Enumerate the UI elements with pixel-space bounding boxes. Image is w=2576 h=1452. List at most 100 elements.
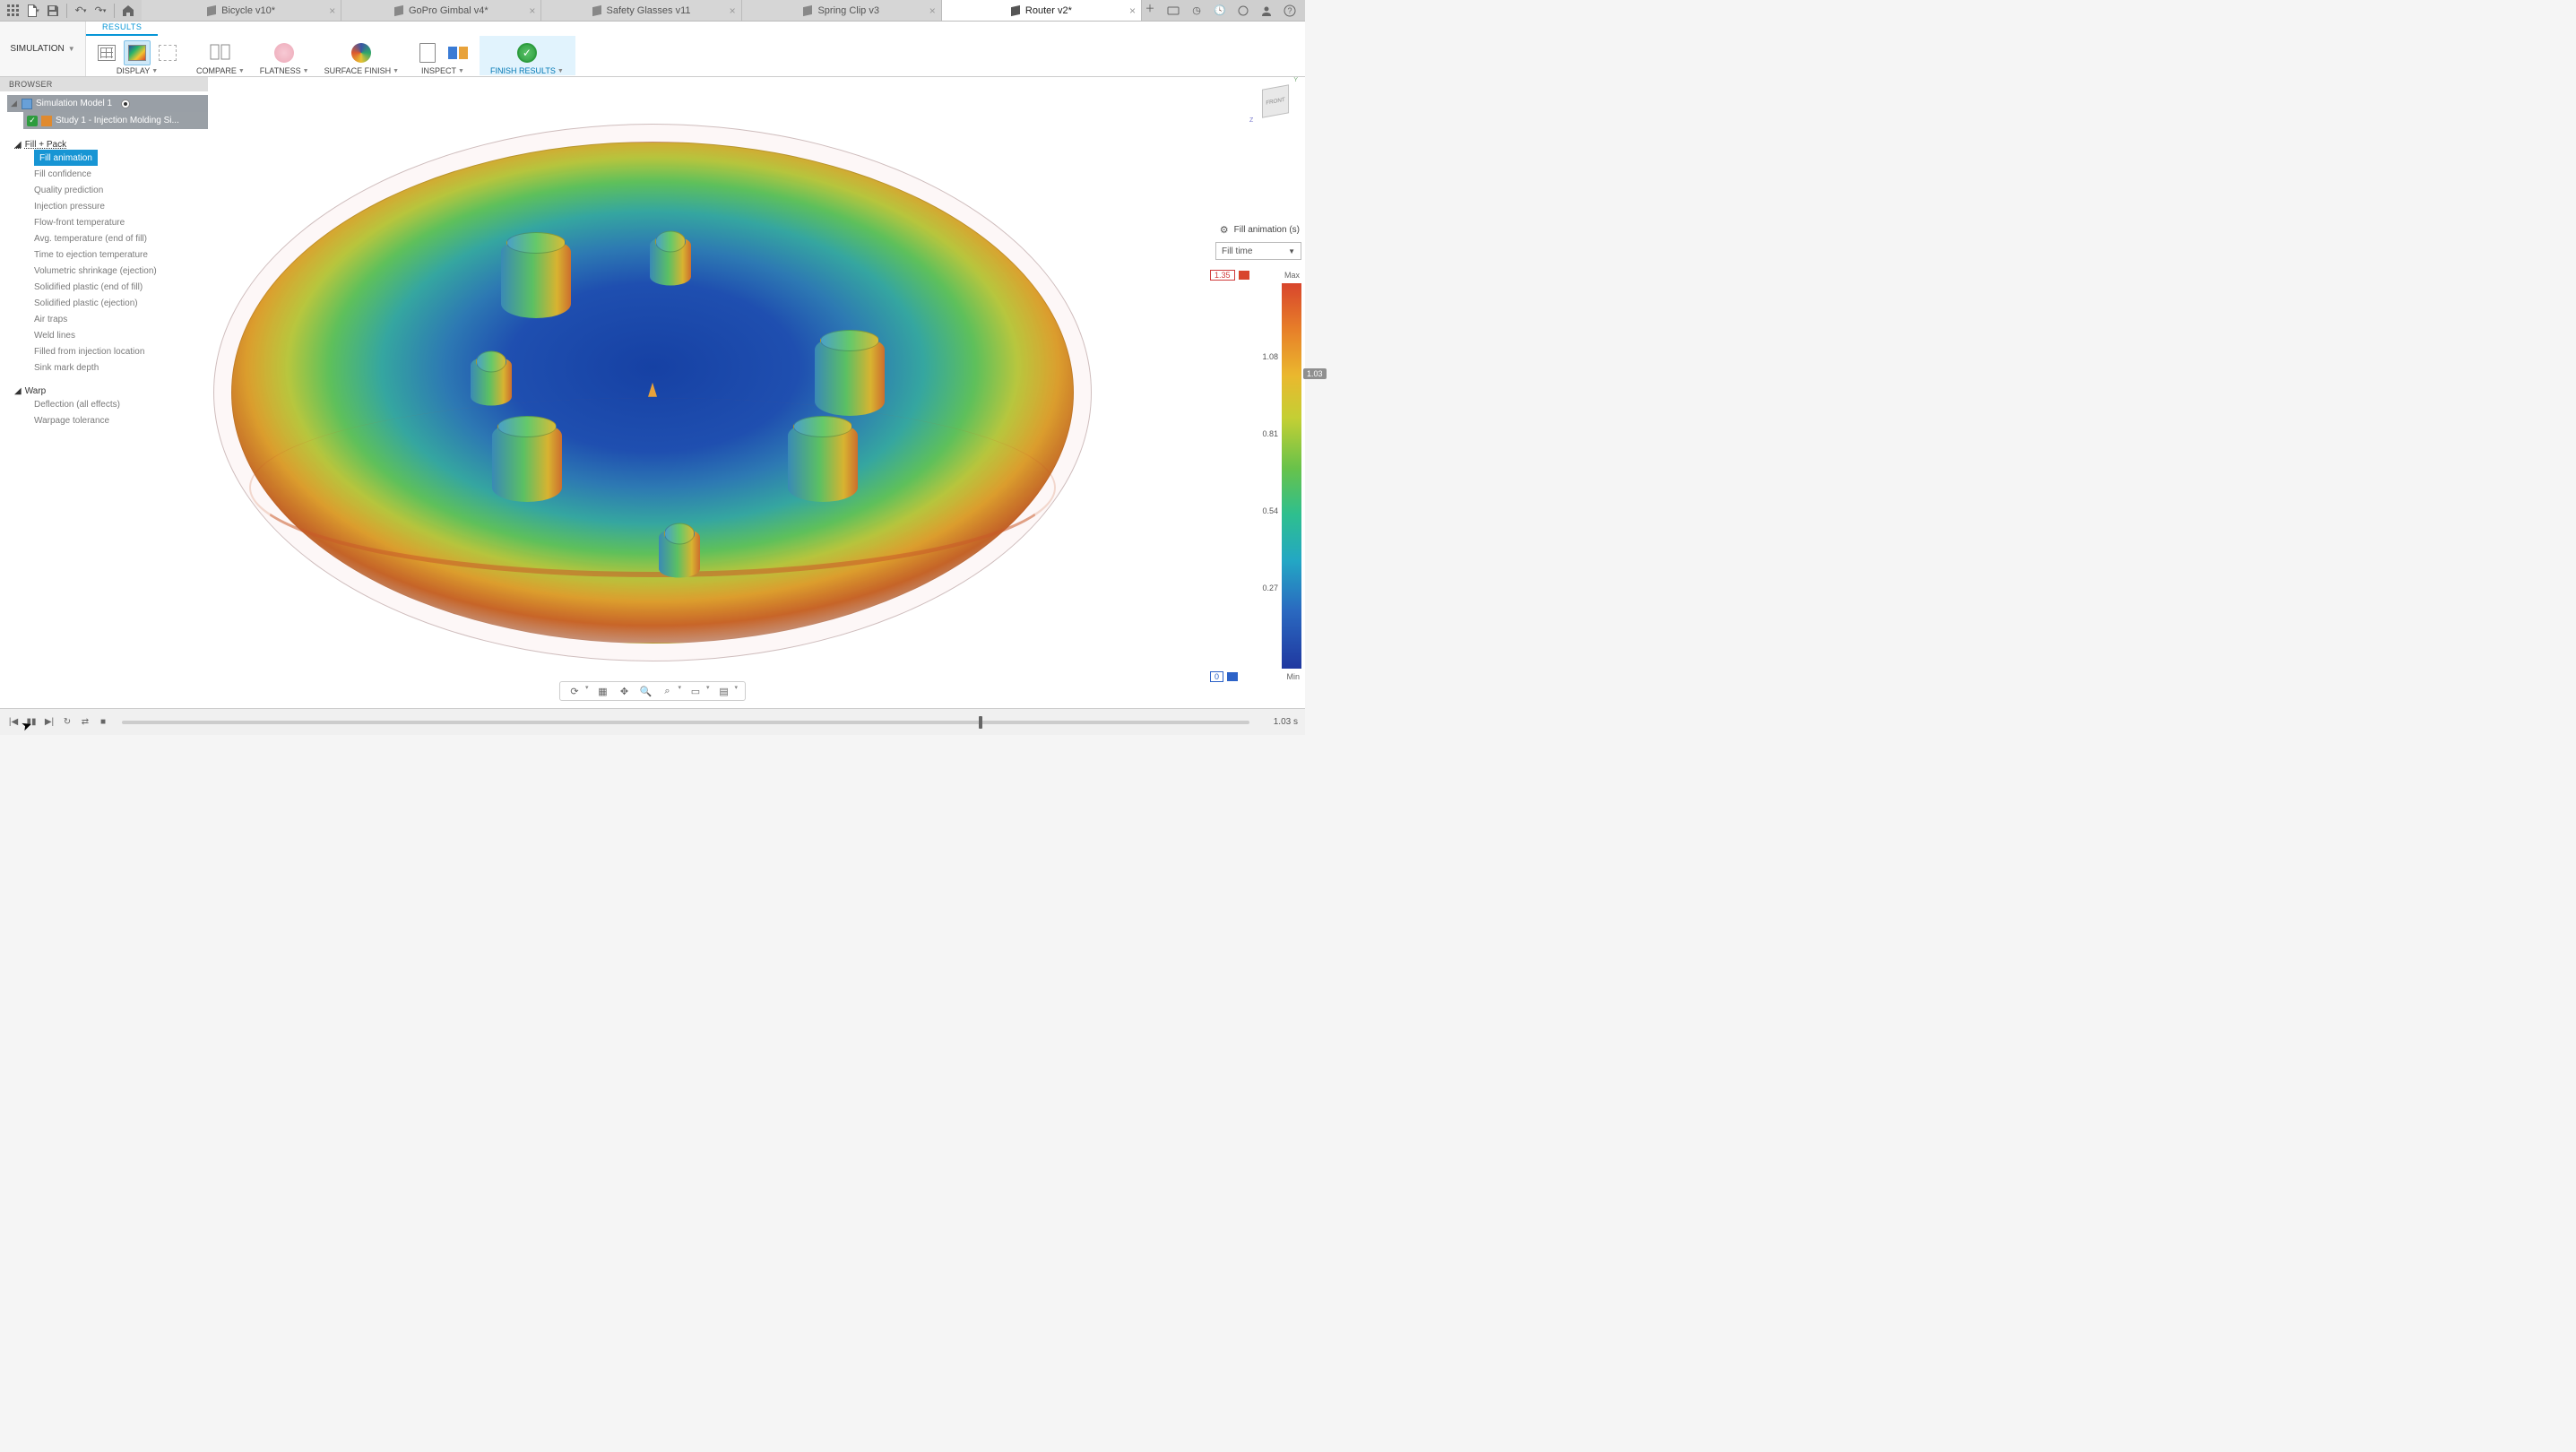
display-wireframe-button[interactable] <box>93 40 120 65</box>
extensions-icon[interactable]: ◷ <box>1189 3 1205 19</box>
data-panel-icon[interactable] <box>1165 3 1181 19</box>
result-item[interactable]: Avg. temperature (end of fill) <box>34 230 208 246</box>
ribbon-tab-results[interactable]: RESULTS <box>86 22 158 36</box>
visibility-toggle[interactable] <box>121 99 130 108</box>
result-item[interactable]: Solidified plastic (ejection) <box>34 295 208 311</box>
result-item[interactable]: Quality prediction <box>34 182 208 198</box>
component-icon <box>592 4 601 15</box>
expand-icon[interactable]: ◢ <box>14 386 22 396</box>
ribbon: SIMULATION ▼ RESULTS DISPLAY▼ COMPAR <box>0 22 1305 77</box>
result-item[interactable]: Air traps <box>34 311 208 327</box>
tab-label: Bicycle v10* <box>221 5 275 16</box>
new-tab-button[interactable]: ＋ <box>1142 0 1158 16</box>
group-warp[interactable]: ◢ Warp <box>7 386 208 396</box>
legend-min-handle[interactable] <box>1227 672 1238 681</box>
result-item[interactable]: Sink mark depth <box>34 359 208 376</box>
workspace-switcher[interactable]: SIMULATION ▼ <box>0 22 86 76</box>
group-fill-pack[interactable]: ◢ Fill + Pack <box>7 140 208 150</box>
job-status-icon[interactable] <box>1235 3 1251 19</box>
document-tabs: Bicycle v10* × GoPro Gimbal v4* × Safety… <box>142 0 1142 21</box>
tab-bicycle[interactable]: Bicycle v10* × <box>142 0 341 21</box>
legend-min-input[interactable]: 0 <box>1210 671 1223 682</box>
result-item[interactable]: Warpage tolerance <box>34 412 208 428</box>
tree-simulation-model[interactable]: ◢ Simulation Model 1 <box>7 95 208 112</box>
tab-safety-glasses[interactable]: Safety Glasses v11 × <box>541 0 741 21</box>
group-inspect: INSPECT▼ <box>407 36 480 75</box>
stop-icon[interactable]: ■ <box>97 716 109 729</box>
timeline-bar: |◀ ▮▮ ▶| ↻ ⇄ ■ 1.03 s ➤ <box>0 708 1305 735</box>
legend-max-handle[interactable] <box>1239 271 1249 280</box>
gear-icon[interactable]: ⚙ <box>1220 224 1229 236</box>
close-icon[interactable]: × <box>730 4 736 17</box>
orbit-icon[interactable]: ⟳ <box>567 684 582 698</box>
select-value: Fill time <box>1222 246 1252 256</box>
result-item[interactable]: Time to ejection temperature <box>34 246 208 263</box>
compare-button[interactable] <box>207 40 234 65</box>
result-item[interactable]: Injection pressure <box>34 198 208 214</box>
result-item[interactable]: Deflection (all effects) <box>34 396 208 412</box>
inspect-report-button[interactable] <box>414 40 441 65</box>
legend-mode-select[interactable]: Fill time ▼ <box>1215 242 1301 260</box>
look-at-icon[interactable]: ▦ <box>595 684 609 698</box>
surface-finish-button[interactable] <box>348 40 375 65</box>
tree-study[interactable]: ✓ Study 1 - Injection Molding Si... <box>23 112 208 129</box>
result-item[interactable]: Fill animation <box>34 150 98 166</box>
tab-label: Spring Clip v3 <box>817 5 878 16</box>
redo-icon[interactable]: ↷▾ <box>92 3 108 19</box>
tab-spring-clip[interactable]: Spring Clip v3 × <box>742 0 942 21</box>
skip-start-icon[interactable]: |◀ <box>7 716 20 729</box>
group-display: DISPLAY▼ <box>86 36 189 75</box>
simulation-model-render <box>204 106 1101 679</box>
loop-icon[interactable]: ↻ <box>61 716 73 729</box>
inspect-compare-button[interactable] <box>445 40 471 65</box>
legend-current-value: 1.03 <box>1303 368 1327 379</box>
legend-max-input[interactable]: 1.35 <box>1210 270 1235 281</box>
view-cube[interactable]: Y FRONT Z <box>1255 81 1296 122</box>
notifications-icon[interactable]: 🕓 <box>1212 3 1228 19</box>
home-icon[interactable] <box>120 3 136 19</box>
result-item[interactable]: Fill confidence <box>34 166 208 182</box>
display-settings-icon[interactable]: ▭ <box>688 684 703 698</box>
group-label: FLATNESS <box>260 66 301 75</box>
apps-grid-icon[interactable] <box>5 3 22 19</box>
tab-gopro[interactable]: GoPro Gimbal v4* × <box>341 0 541 21</box>
result-item[interactable]: Weld lines <box>34 327 208 343</box>
view-cube-face[interactable]: FRONT <box>1262 84 1289 117</box>
expand-icon[interactable]: ◢ <box>11 99 18 108</box>
axis-y-label: Y <box>1293 77 1298 83</box>
tab-label: GoPro Gimbal v4* <box>409 5 488 16</box>
result-item[interactable]: Solidified plastic (end of fill) <box>34 279 208 295</box>
result-item[interactable]: Filled from injection location <box>34 343 208 359</box>
expand-icon[interactable]: ◢ <box>14 140 22 150</box>
close-icon[interactable]: × <box>1129 4 1136 17</box>
grid-settings-icon[interactable]: ▤ <box>717 684 731 698</box>
ribbon-tab-label: RESULTS <box>102 22 142 31</box>
display-shaded-button[interactable] <box>124 40 151 65</box>
close-icon[interactable]: × <box>529 4 535 17</box>
zoom-icon[interactable]: 🔍 <box>638 684 653 698</box>
close-icon[interactable]: × <box>329 4 335 17</box>
result-item[interactable]: Flow-front temperature <box>34 214 208 230</box>
account-icon[interactable] <box>1258 3 1275 19</box>
timeline-handle[interactable] <box>979 716 982 729</box>
help-icon[interactable]: ? <box>1282 3 1298 19</box>
legend-title: Fill animation (s) <box>1234 225 1300 235</box>
legend-min-label: Min <box>1286 672 1300 681</box>
zoom-window-icon[interactable]: ⌕ <box>660 684 674 698</box>
pan-icon[interactable]: ✥ <box>617 684 631 698</box>
tab-router[interactable]: Router v2* × <box>942 0 1142 21</box>
display-ghost-button[interactable] <box>154 40 181 65</box>
flatness-button[interactable] <box>271 40 298 65</box>
result-item[interactable]: Volumetric shrinkage (ejection) <box>34 263 208 279</box>
shuffle-icon[interactable]: ⇄ <box>79 716 91 729</box>
group-compare: COMPARE▼ <box>189 36 253 75</box>
timeline-track[interactable] <box>122 721 1249 724</box>
finish-results-button[interactable]: ✓ <box>514 40 540 65</box>
save-icon[interactable] <box>45 3 61 19</box>
new-file-icon[interactable]: ▾ <box>25 3 41 19</box>
close-icon[interactable]: × <box>929 4 936 17</box>
legend-colorbar[interactable]: 1.08 0.81 0.54 0.27 1.03 <box>1282 283 1301 669</box>
undo-icon[interactable]: ↶▾ <box>73 3 89 19</box>
group-label: INSPECT <box>421 66 456 75</box>
skip-end-icon[interactable]: ▶| <box>43 716 56 729</box>
